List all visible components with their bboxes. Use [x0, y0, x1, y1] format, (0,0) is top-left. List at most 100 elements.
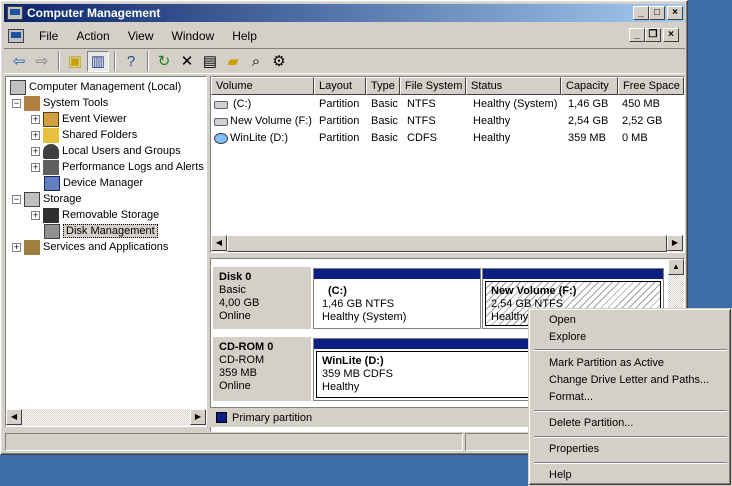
settings-icon[interactable]: ⚙ [268, 51, 290, 72]
menu-item-help[interactable]: Help [532, 467, 728, 484]
menu-separator [534, 462, 727, 464]
column-header-status[interactable]: Status [466, 77, 561, 95]
properties-icon[interactable]: ▤ [199, 51, 221, 72]
tree-item-removable-storage[interactable]: + Removable Storage [31, 207, 159, 223]
menu-file[interactable]: File [30, 29, 67, 43]
cdrom-0-label[interactable]: CD-ROM 0 CD-ROM 359 MB Online [213, 337, 311, 401]
child-window-icon[interactable] [8, 29, 24, 43]
scroll-left-icon[interactable]: ◀ [211, 235, 227, 251]
scroll-left-icon[interactable]: ◀ [6, 409, 22, 425]
open-folder-icon[interactable]: ▰ [222, 51, 244, 72]
child-restore-button[interactable]: ❐ [645, 28, 661, 42]
menu-help[interactable]: Help [223, 29, 266, 43]
expand-icon[interactable]: + [31, 130, 40, 140]
event-viewer-icon [43, 111, 59, 127]
expand-icon[interactable]: + [31, 210, 40, 220]
child-minimize-button[interactable]: _ [629, 28, 645, 42]
column-header-type[interactable]: Type [366, 77, 400, 95]
tree-item-storage[interactable]: − Storage [12, 191, 82, 207]
toolbar-separator [114, 51, 116, 71]
tree-item-system-tools[interactable]: − System Tools [12, 95, 108, 111]
column-header-free-space[interactable]: Free Space [618, 77, 684, 95]
title-bar[interactable]: Computer Management _ □ × [4, 4, 685, 22]
services-icon [24, 239, 40, 255]
refresh-icon[interactable]: ↻ [153, 51, 175, 72]
context-menu: Open Explore Mark Partition as Active Ch… [528, 308, 732, 486]
expand-icon[interactable]: + [31, 114, 40, 124]
scroll-thumb[interactable] [227, 235, 667, 252]
cell-layout: Partition [319, 132, 360, 144]
scroll-track[interactable] [22, 409, 190, 426]
delete-icon[interactable]: ✕ [176, 51, 198, 72]
column-header-layout[interactable]: Layout [314, 77, 366, 95]
menu-item-mark-active[interactable]: Mark Partition as Active [532, 355, 728, 372]
tree-label-perf-logs: Performance Logs and Alerts [62, 161, 204, 173]
tree-item-services[interactable]: + Services and Applications [12, 239, 168, 255]
legend: Primary partition [210, 407, 540, 427]
menu-view[interactable]: View [119, 29, 163, 43]
close-button[interactable]: × [667, 6, 683, 20]
minimize-button[interactable]: _ [633, 6, 649, 20]
tree-item-device-manager[interactable]: Device Manager [44, 175, 143, 191]
tree-horizontal-scrollbar[interactable]: ◀ ▶ [6, 409, 206, 426]
menu-item-open[interactable]: Open [532, 312, 728, 329]
cell-volume: (C:) [233, 98, 252, 110]
scroll-right-icon[interactable]: ▶ [667, 235, 683, 251]
maximize-button[interactable]: □ [649, 6, 665, 20]
cell-capacity: 2,54 GB [568, 115, 609, 127]
cdrom-0-state: Online [219, 380, 251, 392]
cell-status: Healthy (System) [473, 98, 558, 110]
window-title: Computer Management [27, 6, 161, 20]
collapse-icon[interactable]: − [12, 194, 21, 204]
scroll-up-icon[interactable]: ▲ [668, 259, 684, 275]
menu-item-explore[interactable]: Explore [532, 329, 728, 346]
menu-item-format[interactable]: Format... [532, 389, 728, 406]
disk-management-icon [44, 223, 60, 239]
partition-c-name: (C:) [328, 285, 347, 297]
search-icon[interactable]: ⌕ [245, 51, 267, 72]
partition-c-detail: 1,46 GB NTFS [322, 298, 395, 310]
shared-folder-icon [43, 127, 59, 143]
disk-0-size: 4,00 GB [219, 297, 260, 309]
expand-icon[interactable]: + [12, 242, 21, 252]
child-close-button[interactable]: × [663, 28, 679, 42]
tools-icon [24, 95, 40, 111]
column-header-file-system[interactable]: File System [400, 77, 466, 95]
tree-item-root[interactable]: Computer Management (Local) [10, 79, 181, 95]
cell-volume: WinLite (D:) [230, 132, 289, 144]
cdrom-0-type: CD-ROM [219, 354, 265, 366]
cell-capacity: 359 MB [568, 132, 606, 144]
show-hide-tree-icon[interactable]: ▥ [87, 50, 109, 72]
menu-window[interactable]: Window [163, 29, 224, 43]
list-horizontal-scrollbar[interactable]: ◀ ▶ [211, 235, 684, 252]
disk-0-label[interactable]: Disk 0 Basic 4,00 GB Online [213, 267, 311, 329]
cell-free-space: 450 MB [622, 98, 660, 110]
scroll-right-icon[interactable]: ▶ [190, 409, 206, 425]
tree-item-local-users[interactable]: + Local Users and Groups [31, 143, 181, 159]
up-folder-icon[interactable]: ▣ [64, 51, 86, 72]
tree-label-storage: Storage [43, 193, 82, 205]
tree-item-disk-management[interactable]: Disk Management [44, 223, 158, 239]
tree-item-perf-logs[interactable]: + Performance Logs and Alerts [31, 159, 204, 175]
menu-separator [534, 436, 727, 438]
tree-item-shared-folders[interactable]: + Shared Folders [31, 127, 137, 143]
menu-item-properties[interactable]: Properties [532, 441, 728, 458]
partition-c[interactable]: (C:) 1,46 GB NTFS Healthy (System) [313, 268, 481, 329]
cell-volume: New Volume (F:) [230, 115, 312, 127]
menu-item-change-drive-letter[interactable]: Change Drive Letter and Paths... [532, 372, 728, 389]
disk-0-type: Basic [219, 284, 246, 296]
back-arrow-icon[interactable]: ⇦ [8, 51, 30, 72]
tree-item-event-viewer[interactable]: + Event Viewer [31, 111, 127, 127]
tree-label-disk-management: Disk Management [63, 224, 158, 238]
cell-file-system: CDFS [407, 132, 437, 144]
collapse-icon[interactable]: − [12, 98, 21, 108]
column-header-capacity[interactable]: Capacity [561, 77, 618, 95]
forward-arrow-icon[interactable]: ⇨ [31, 51, 53, 72]
menu-action[interactable]: Action [67, 29, 118, 43]
expand-icon[interactable]: + [31, 162, 40, 172]
help-icon[interactable]: ? [120, 51, 142, 72]
column-header-volume[interactable]: Volume [211, 77, 314, 95]
menu-item-delete-partition[interactable]: Delete Partition... [532, 415, 728, 432]
expand-icon[interactable]: + [31, 146, 40, 156]
tree-label-shared-folders: Shared Folders [62, 129, 138, 141]
